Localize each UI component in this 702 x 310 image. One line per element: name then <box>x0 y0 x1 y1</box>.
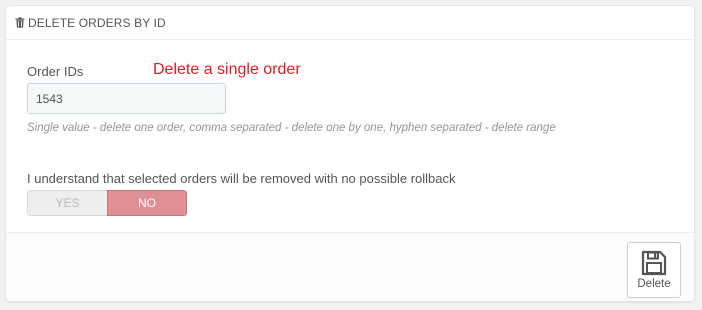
annotation-text: Delete a single order <box>153 61 301 78</box>
panel-title: DELETE ORDERS BY ID <box>28 15 166 30</box>
delete-button[interactable]: Delete <box>627 242 681 298</box>
order-ids-label: Order IDs <box>27 64 84 79</box>
save-icon <box>641 250 667 276</box>
order-ids-input[interactable] <box>27 83 226 114</box>
panel-footer: Delete <box>6 232 694 301</box>
confirm-label: I understand that selected orders will b… <box>27 171 456 186</box>
switch-no-option[interactable]: NO <box>107 190 187 216</box>
panel-heading: DELETE ORDERS BY ID <box>6 6 694 40</box>
delete-orders-panel: DELETE ORDERS BY ID Order IDs Delete a s… <box>5 5 695 302</box>
delete-button-label: Delete <box>637 278 671 290</box>
switch-yes-option[interactable]: YES <box>27 190 107 216</box>
trash-icon <box>15 17 25 28</box>
confirm-switch[interactable]: YES NO <box>27 190 187 216</box>
order-ids-help-text: Single value - delete one order, comma s… <box>27 122 556 134</box>
